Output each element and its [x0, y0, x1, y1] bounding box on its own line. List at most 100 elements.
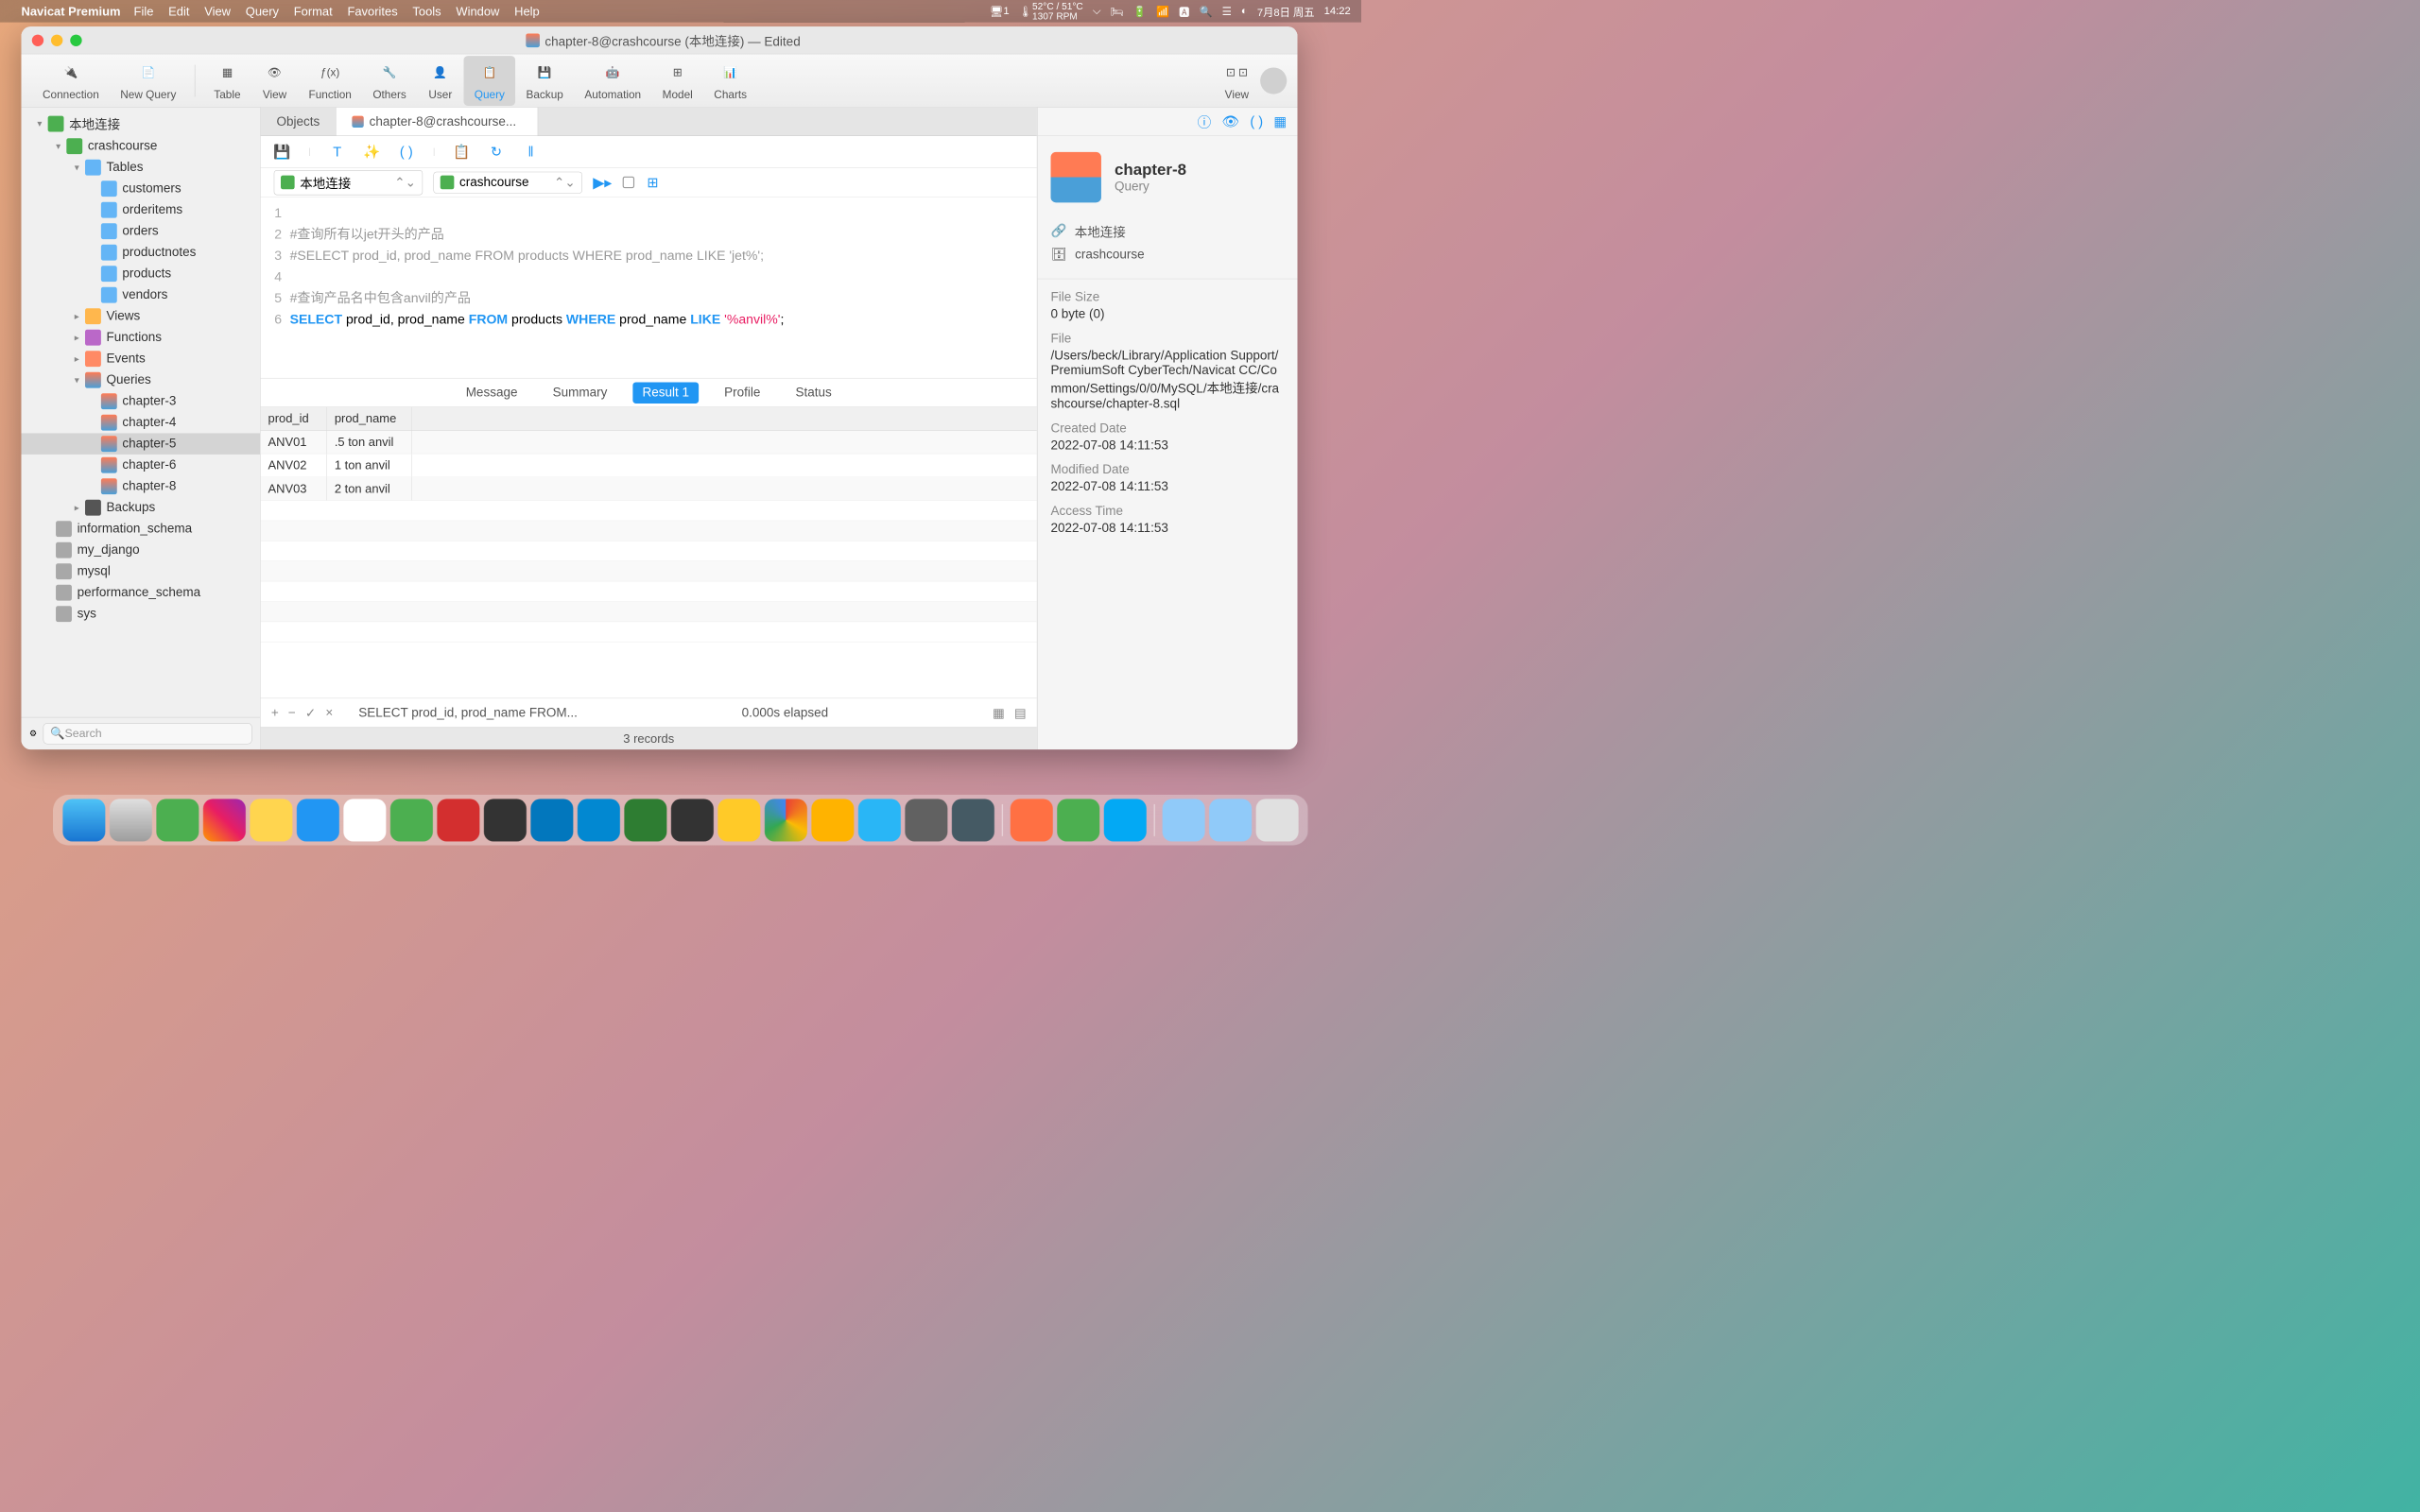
menu-view[interactable]: View [204, 4, 231, 18]
netease-icon[interactable] [437, 799, 479, 841]
stop-button[interactable] [622, 177, 633, 188]
charts-button[interactable]: 📊Charts [703, 56, 757, 106]
app-icon[interactable] [1104, 799, 1147, 841]
database-node[interactable]: sys [22, 603, 261, 625]
wechat-icon[interactable] [390, 799, 433, 841]
database-node[interactable]: my_django [22, 540, 261, 561]
format-icon[interactable]: T [329, 144, 345, 160]
folder-icon[interactable] [1209, 799, 1252, 841]
table-row[interactable]: ANV021 ton anvil [261, 454, 1037, 477]
table-row[interactable]: ANV01.5 ton anvil [261, 431, 1037, 455]
beautify-icon[interactable]: ✨ [364, 144, 380, 160]
app-icon[interactable] [811, 799, 854, 841]
fullscreen-button[interactable] [70, 34, 81, 45]
visualize-icon[interactable]: ‖ [523, 144, 539, 160]
vscode-icon[interactable] [530, 799, 573, 841]
temp-indicator[interactable]: 🌡 52°C / 51°C1307 RPM [1019, 2, 1083, 21]
battery-icon[interactable]: 🔋 [1133, 5, 1147, 18]
query-item[interactable]: chapter-3 [22, 390, 261, 412]
table-item[interactable]: vendors [22, 284, 261, 306]
photos-icon[interactable] [203, 799, 246, 841]
menu-favorites[interactable]: Favorites [347, 4, 397, 18]
bluetooth-icon[interactable]: ⌵ [1093, 5, 1101, 17]
chrome-icon[interactable] [765, 799, 807, 841]
tab-query[interactable]: chapter-8@crashcourse... [337, 108, 538, 136]
connection-dropdown[interactable]: 本地连接⌃⌄ [274, 170, 424, 195]
settings-icon[interactable]: ⚙ [29, 729, 37, 739]
result-grid[interactable]: prod_id prod_name ANV01.5 ton anvil ANV0… [261, 407, 1037, 698]
terminal-icon[interactable] [671, 799, 714, 841]
database-dropdown[interactable]: crashcourse⌃⌄ [433, 171, 582, 193]
siri-icon[interactable]: ◐ [1241, 5, 1248, 17]
remove-row-icon[interactable]: − [288, 705, 296, 720]
grid-view-icon[interactable]: ▦ [993, 705, 1005, 720]
app-icon[interactable] [952, 799, 994, 841]
model-button[interactable]: ⊞Model [651, 56, 703, 106]
finder-icon[interactable] [62, 799, 105, 841]
launchpad-icon[interactable] [110, 799, 152, 841]
preview-tab-icon[interactable]: 👁 [1222, 113, 1240, 129]
settings-icon[interactable] [905, 799, 947, 841]
menu-file[interactable]: File [134, 4, 154, 18]
app-name[interactable]: Navicat Premium [22, 4, 121, 18]
save-icon[interactable]: 💾 [274, 144, 290, 160]
menubar-time[interactable]: 14:22 [1324, 5, 1351, 17]
form-view-icon[interactable]: ▤ [1014, 705, 1027, 720]
database-node[interactable]: mysql [22, 560, 261, 582]
menu-tools[interactable]: Tools [412, 4, 441, 18]
view-mode-button[interactable]: ⊡ ⊡View [1214, 56, 1261, 106]
result-tab-profile[interactable]: Profile [715, 382, 770, 404]
connection-node[interactable]: ▾本地连接 [22, 112, 261, 135]
result-tab-message[interactable]: Message [457, 382, 527, 404]
database-node[interactable]: performance_schema [22, 582, 261, 604]
table-item[interactable]: orderitems [22, 199, 261, 221]
messages-icon[interactable] [156, 799, 199, 841]
search-input[interactable]: 🔍 Search [43, 723, 252, 745]
column-header[interactable]: prod_name [327, 407, 412, 430]
sql-editor[interactable]: 1 2 3 4 5 6 #查询所有以jet开头的产品 #SELECT prod_… [261, 198, 1037, 378]
tab-objects[interactable]: Objects [261, 108, 337, 136]
result-tab-result1[interactable]: Result 1 [632, 382, 699, 404]
input-icon[interactable]: 🅰 [1179, 4, 1189, 19]
database-node[interactable]: ▾crashcourse [22, 135, 261, 157]
control-center-icon[interactable]: ☰ [1222, 5, 1232, 18]
bed-icon[interactable]: 🛏 [1110, 5, 1123, 18]
view-button[interactable]: 👁View [251, 56, 299, 106]
add-row-icon[interactable]: + [271, 705, 279, 720]
commit-icon[interactable]: ✓ [305, 705, 316, 720]
ddl-tab-icon[interactable]: ( ) [1250, 113, 1263, 129]
query-item[interactable]: chapter-4 [22, 412, 261, 434]
snippet-icon[interactable]: ↻ [489, 144, 505, 160]
automation-button[interactable]: 🤖Automation [574, 56, 651, 106]
trash-icon[interactable] [1256, 799, 1299, 841]
menu-query[interactable]: Query [246, 4, 279, 18]
query-item[interactable]: chapter-8 [22, 475, 261, 497]
wifi-icon[interactable]: 📶 [1156, 5, 1169, 18]
account-avatar[interactable] [1260, 67, 1287, 94]
database-node[interactable]: information_schema [22, 518, 261, 540]
info-tab-icon[interactable]: ⓘ [1198, 112, 1212, 131]
menu-format[interactable]: Format [294, 4, 333, 18]
cancel-icon[interactable]: × [325, 705, 333, 720]
tables-folder[interactable]: ▾Tables [22, 157, 261, 179]
notes-icon[interactable] [250, 799, 292, 841]
table-item[interactable]: customers [22, 178, 261, 199]
query-item[interactable]: chapter-6 [22, 455, 261, 476]
parentheses-icon[interactable]: ( ) [398, 144, 414, 160]
new-query-button[interactable]: 📄New Query [110, 56, 187, 106]
query-button[interactable]: 📋Query [464, 56, 516, 106]
folder-icon[interactable] [1163, 799, 1205, 841]
code-area[interactable]: #查询所有以jet开头的产品 #SELECT prod_id, prod_nam… [290, 202, 1037, 372]
connection-button[interactable]: 🔌Connection [32, 56, 110, 106]
result-tab-summary[interactable]: Summary [543, 382, 616, 404]
table-item[interactable]: products [22, 263, 261, 284]
menu-help[interactable]: Help [514, 4, 540, 18]
minimize-button[interactable] [51, 34, 62, 45]
views-folder[interactable]: ▸Views [22, 305, 261, 327]
potplayer-icon[interactable] [717, 799, 760, 841]
run-button[interactable]: ▶▸ [593, 174, 612, 192]
app-icon[interactable] [858, 799, 901, 841]
close-button[interactable] [32, 34, 43, 45]
menu-edit[interactable]: Edit [168, 4, 189, 18]
queries-folder[interactable]: ▾Queries [22, 369, 261, 391]
